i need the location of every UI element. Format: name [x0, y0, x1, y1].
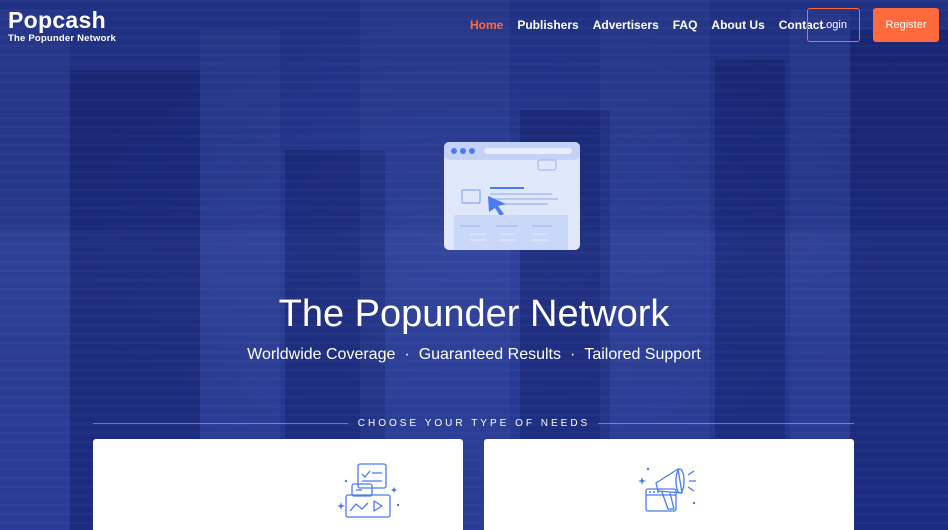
login-button[interactable]: Login: [807, 8, 860, 42]
nav-advertisers[interactable]: Advertisers: [593, 18, 659, 32]
feature-worldwide-coverage: Worldwide Coverage: [247, 346, 396, 363]
nav-publishers[interactable]: Publishers: [517, 18, 578, 32]
publisher-content-icon: [337, 463, 400, 518]
hero-title: The Popunder Network: [278, 293, 670, 335]
brand-tagline: The Popunder Network: [8, 33, 116, 44]
feature-separator: ·: [570, 346, 576, 363]
section-divider-right: [598, 423, 854, 424]
browser-window-illustration: [444, 142, 580, 250]
feature-separator: ·: [404, 346, 410, 363]
brand-name: Popcash: [8, 7, 106, 33]
advertiser-card[interactable]: [484, 439, 854, 530]
nav-faq[interactable]: FAQ: [673, 18, 698, 32]
site-header: Popcash The Popunder Network Home Publis…: [0, 0, 948, 50]
register-button[interactable]: Register: [873, 8, 939, 42]
publisher-card[interactable]: [93, 439, 463, 530]
advertiser-megaphone-icon: [638, 467, 696, 512]
feature-tailored-support: Tailored Support: [584, 346, 701, 363]
main-nav: Home Publishers Advertisers FAQ About Us…: [470, 18, 837, 32]
brand-logo[interactable]: Popcash The Popunder Network: [8, 9, 116, 45]
nav-home[interactable]: Home: [470, 18, 503, 32]
nav-about-us[interactable]: About Us: [711, 18, 764, 32]
hero-features: Worldwide Coverage · Guaranteed Results · Ta…: [0, 346, 948, 364]
feature-guaranteed-results: Guaranteed Results: [418, 346, 561, 363]
